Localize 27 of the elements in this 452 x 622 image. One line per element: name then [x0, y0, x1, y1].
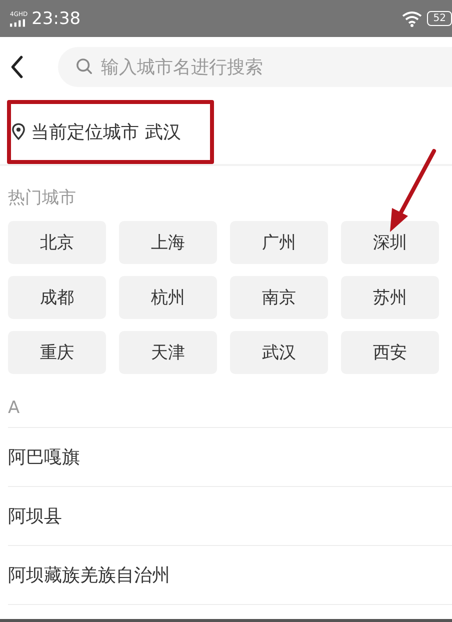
current-location-label: 当前定位城市 [31, 120, 139, 144]
city-button[interactable]: 成都 [8, 276, 106, 319]
section-title: 热门城市 [8, 187, 77, 210]
city-button[interactable]: 深圳 [341, 221, 439, 264]
city-button[interactable]: 西安 [341, 331, 439, 374]
search-field[interactable]: 输入城市名进行搜索 [58, 47, 452, 87]
city-button[interactable]: 苏州 [341, 276, 439, 319]
city-list-item[interactable]: 阿坝藏族羌族自治州 [8, 563, 170, 587]
location-pin-icon [12, 123, 25, 140]
back-icon [10, 55, 24, 79]
city-list-item[interactable]: 阿坝县 [8, 504, 62, 528]
current-city[interactable]: 武汉 [145, 120, 181, 144]
city-button[interactable]: 杭州 [119, 276, 217, 319]
search-icon [76, 58, 93, 75]
city-list-item[interactable]: 阿巴嘎旗 [8, 445, 80, 469]
status-time: 23:38 [32, 8, 81, 28]
city-button[interactable]: 重庆 [8, 331, 106, 374]
city-button[interactable]: 天津 [119, 331, 217, 374]
city-button[interactable]: 广州 [230, 221, 328, 264]
city-button[interactable]: 南京 [230, 276, 328, 319]
signal-icon [10, 18, 25, 26]
wifi-icon [402, 10, 422, 26]
city-button[interactable]: 北京 [8, 221, 106, 264]
city-button[interactable]: 上海 [119, 221, 217, 264]
index-letter: A [8, 396, 452, 428]
city-button[interactable]: 武汉 [230, 331, 328, 374]
battery-level: 52 [427, 11, 452, 26]
